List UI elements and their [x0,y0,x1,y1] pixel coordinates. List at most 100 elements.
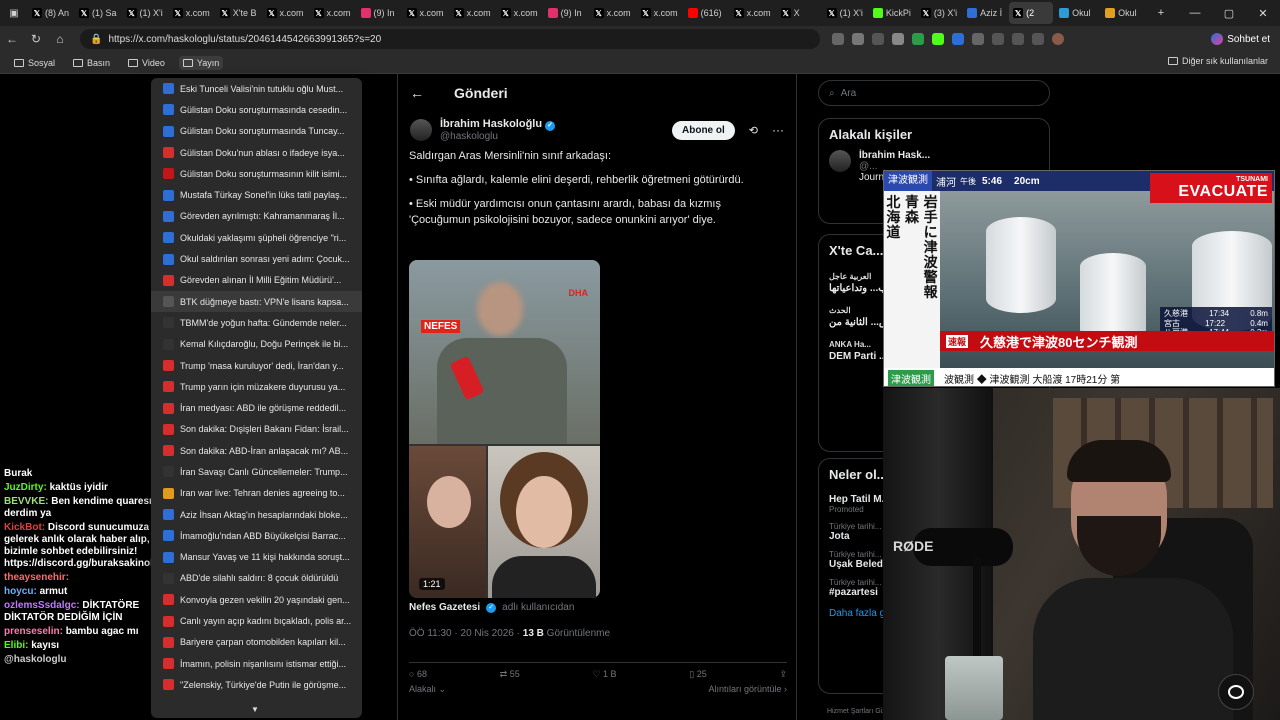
browser-tab[interactable]: 𝕏x.com [169,2,214,24]
browser-tab[interactable]: 𝕏X [777,2,821,24]
extension-icon[interactable] [932,33,944,45]
browser-tab[interactable]: (9) In [357,2,401,24]
url-field[interactable]: 🔒 https://x.com/haskologlu/status/204614… [80,29,820,49]
bookmark-folder-open[interactable]: Yayın [178,55,224,70]
bookmark-button[interactable]: ▯ 25 [689,669,706,680]
maximize-button[interactable]: ▢ [1212,7,1246,20]
other-favorites[interactable]: Diğer sık kullanılanlar [1167,56,1268,66]
view-quotes-link[interactable]: Alıntıları görüntüle › [708,684,787,695]
bookmark-menu-item[interactable]: Kemal Kılıçdaroğlu, Doğu Perinçek ile bi… [151,334,362,355]
messages-button[interactable] [1218,674,1254,710]
chat-nick[interactable]: KickBot: [4,522,45,533]
bookmark-menu-item[interactable]: Eski Tunceli Valisi'nin tutuklu oğlu Mus… [151,78,362,99]
bookmark-menu-item[interactable]: TBMM'de yoğun hafta: Gündemde neler... [151,312,362,333]
bookmark-menu-item[interactable]: Gülistan Doku soruşturmasının kilit isim… [151,163,362,184]
grok-icon[interactable]: ⟲ [749,124,758,137]
bookmark-menu-item[interactable]: Okul saldırıları sonrası yeni adım: Çocu… [151,248,362,269]
minimize-button[interactable]: — [1178,7,1212,19]
bookmark-menu-item[interactable]: Trump 'masa kuruluyor' dedi, İran'dan y.… [151,355,362,376]
browser-tab[interactable]: 𝕏x.com [263,2,308,24]
bookmark-folder[interactable]: Video [124,56,169,70]
scroll-down-icon[interactable]: ▼ [251,705,259,714]
extension-icon[interactable] [952,33,964,45]
home-button[interactable]: ⌂ [48,32,72,46]
close-window-button[interactable]: ✕ [1246,7,1280,20]
browser-tab[interactable]: 𝕏x.com [497,2,542,24]
tweet-video[interactable]: NEFES DHA 1:21 [409,260,600,598]
browser-tab[interactable]: 𝕏 (1) Sa [75,2,121,24]
browser-tab[interactable]: 𝕏x.com [730,2,775,24]
bookmark-menu-item[interactable]: BTK düğmeye bastı: VPN'e lisans kapsa... [151,290,362,313]
chat-nick[interactable]: Burak [4,468,32,479]
bookmark-menu-item[interactable]: Son dakika: Dışişleri Bakanı Fidan: İsra… [151,419,362,440]
author-name[interactable]: İbrahim Haskoloğlu ✓ [440,118,556,131]
browser-tab[interactable]: 𝕏 (1) X'i [123,2,167,24]
browser-tab[interactable]: 𝕏x.com [637,2,682,24]
subscribe-button[interactable]: Abone ol [672,120,735,140]
chat-nick[interactable]: JuzDirty: [4,482,47,493]
bookmark-menu-item[interactable]: Gülistan Doku'nun ablası o ifadeye isya.… [151,142,362,163]
chat-nick[interactable]: ozlemsSsdalgc: [4,600,80,611]
bookmark-menu-item[interactable]: Bariyere çarpan otomobilden kapıları kil… [151,632,362,653]
browser-tab[interactable]: Aziz İ [963,2,1007,24]
copilot-chat-button[interactable]: Sohbet et [1211,29,1270,49]
collections-icon[interactable] [1032,33,1044,45]
tweet-time[interactable]: ÖÖ 11:30 · 20 Nis 2026 · [409,628,520,639]
back-arrow-icon[interactable]: ← [410,85,424,101]
chat-nick[interactable]: prenseselin: [4,626,63,637]
repost-button[interactable]: ⇄ 55 [500,669,520,680]
bookmark-menu-item[interactable]: Canlı yayın açıp kadını bıçakladı, polis… [151,610,362,631]
extension-icon[interactable] [832,33,844,45]
extension-icon[interactable] [912,33,924,45]
source-name[interactable]: Nefes Gazetesi [409,602,480,613]
star-icon[interactable] [872,33,884,45]
bookmark-menu-item[interactable]: İmamın, polisin nişanlısını istismar ett… [151,653,362,674]
chat-nick[interactable]: hoycu: [4,586,37,597]
bookmark-menu-item[interactable]: Gülistan Doku soruşturmasında cesedin... [151,99,362,120]
reload-button[interactable]: ↻ [24,32,48,46]
author-handle[interactable]: @haskologlu [440,131,555,142]
extension-icon[interactable] [852,33,864,45]
browser-tab[interactable]: 𝕏 X'te B [216,2,261,24]
chat-nick[interactable]: theaysenehir: [4,572,69,583]
like-button[interactable]: ♡ 1 B [592,669,616,680]
browser-tab[interactable]: 𝕏 (8) An [28,2,73,24]
bookmark-menu-item[interactable]: Gülistan Doku soruşturmasında Tuncay... [151,121,362,142]
bookmark-menu-item[interactable]: İmamoğlu'ndan ABD Büyükelçisi Barrac... [151,525,362,546]
browser-tab[interactable]: 𝕏x.com [450,2,495,24]
browser-tab[interactable]: Okul [1101,2,1145,24]
bookmark-menu-item[interactable]: ABD'de silahlı saldırı: 8 çocuk öldürüld… [151,568,362,589]
browser-tab[interactable]: KickPi [869,2,915,24]
bookmark-menu-item[interactable]: İran Savaşı Canlı Güncellemeler: Trump..… [151,461,362,482]
bookmark-menu-item[interactable]: Mansur Yavaş ve 11 kişi hakkında soruşt.… [151,547,362,568]
bookmark-menu-item[interactable]: Görevden ayrılmıştı: Kahramanmaraş İl... [151,206,362,227]
browser-tab[interactable]: 𝕏x.com [590,2,635,24]
bookmark-menu-item[interactable]: Aziz İhsan Aktaş'ın hesaplarındaki bloke… [151,504,362,525]
bookmark-menu-item[interactable]: "Zelenskiy, Türkiye'de Putin ile görüşme… [151,674,362,695]
bookmark-menu-item[interactable]: Konvoyla gezen vekilin 20 yaşındaki gen.… [151,589,362,610]
favorites-icon[interactable] [1012,33,1024,45]
browser-tab[interactable]: (9) In [544,2,588,24]
browser-tab[interactable]: 𝕏 (2 [1009,2,1054,24]
back-button[interactable]: ← [0,32,24,46]
bookmark-menu-item[interactable]: Son dakika: ABD-İran anlaşacak mı? AB... [151,440,362,461]
bookmark-menu-item[interactable]: Görevden alınan İl Milli Eğitim Müdürü'.… [151,270,362,291]
profile-avatar[interactable] [1052,33,1064,45]
avatar[interactable] [410,119,432,141]
browser-tab[interactable]: 𝕏x.com [310,2,355,24]
browser-tab[interactable]: 𝕏x.com [403,2,448,24]
reply-button[interactable]: ○ 68 [409,669,427,680]
new-tab-button[interactable]: + [1144,7,1178,19]
browser-tab[interactable]: Okul [1055,2,1099,24]
browser-tab[interactable]: 𝕏 (1) X'i [823,2,867,24]
share-button[interactable]: ⇪ [779,669,787,680]
extension-icon[interactable] [892,33,904,45]
bookmark-folder[interactable]: Sosyal [10,56,59,70]
browser-tab[interactable]: 𝕏 (3) X'i [917,2,961,24]
browser-tab[interactable]: (616) [684,2,728,24]
bookmark-menu-item[interactable]: Iran war live: Tehran denies agreeing to… [151,483,362,504]
more-icon[interactable]: ··· [772,123,784,137]
bookmark-menu-item[interactable]: Okuldaki yaklaşımı şüpheli öğrenciye "ri… [151,227,362,248]
bookmark-menu-item[interactable]: Mustafa Türkay Sonel'in lüks tatil payla… [151,184,362,205]
search-input[interactable]: ⌕ Ara [818,80,1050,106]
